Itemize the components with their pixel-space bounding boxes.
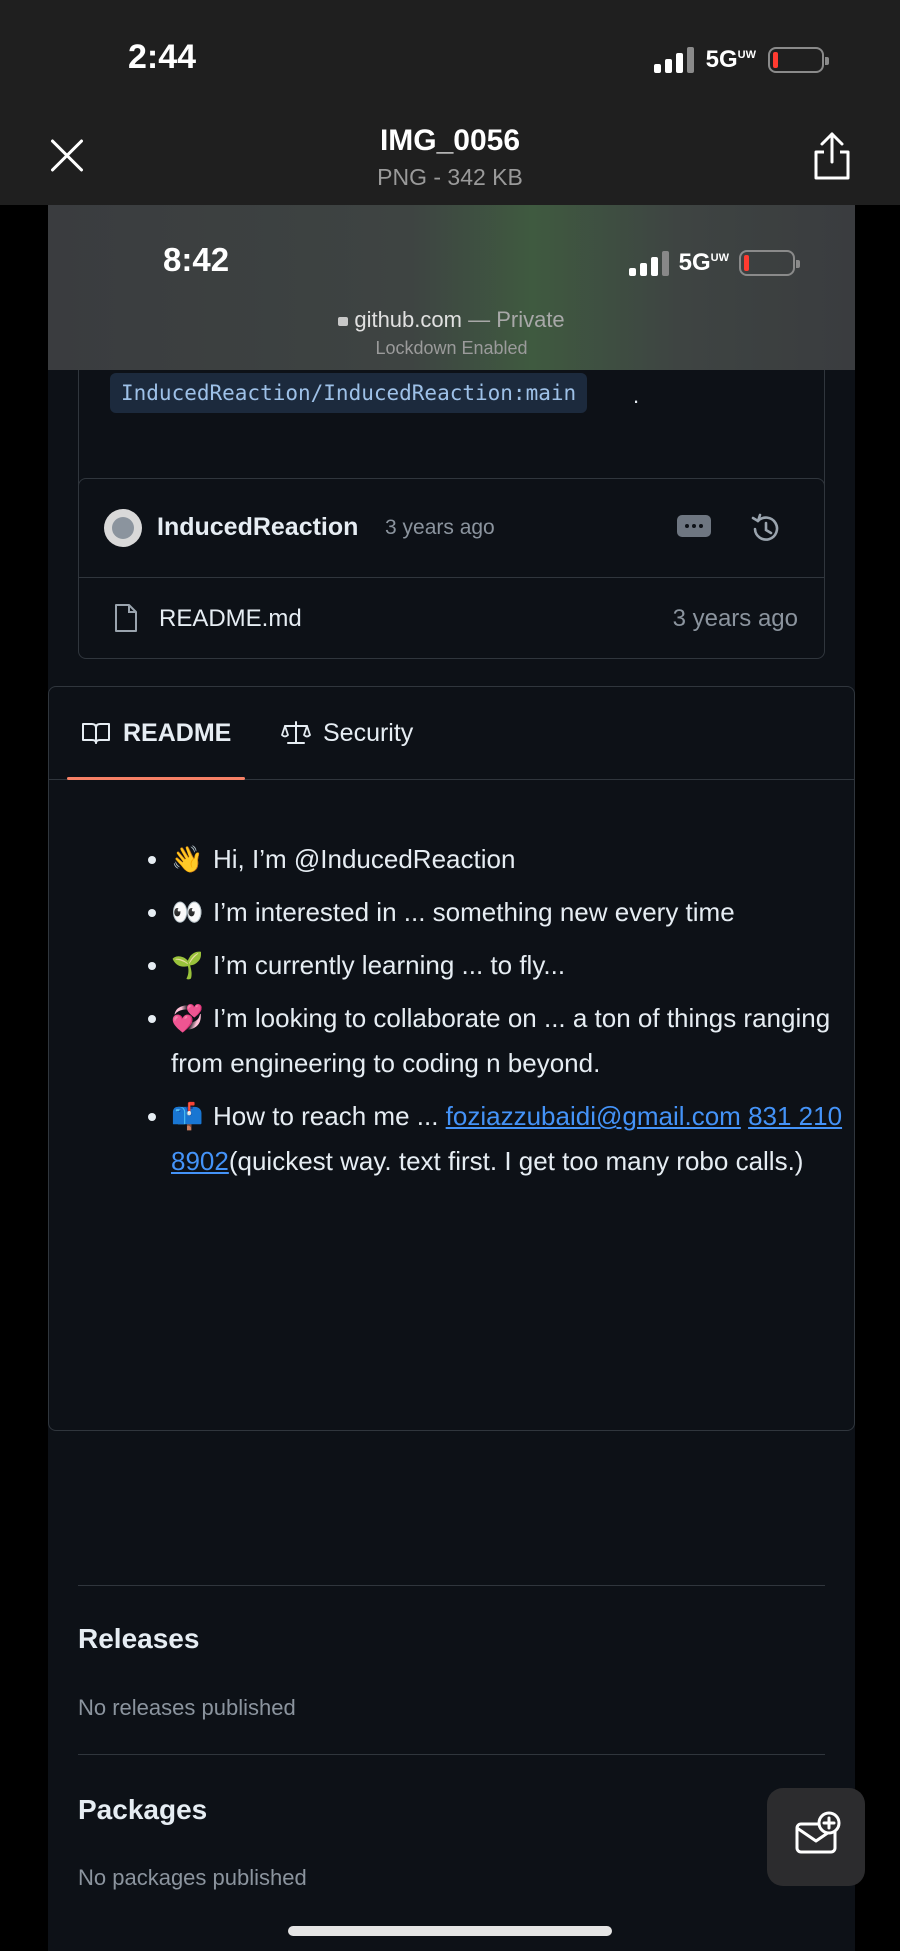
tab-readme-label: README xyxy=(123,718,232,747)
contact-note: (quickest way. text first. I get too man… xyxy=(228,1146,804,1176)
branch-ref: InducedReaction/InducedReaction:main xyxy=(110,373,588,413)
signal-icon xyxy=(653,47,694,73)
mailbox-emoji: 📫 xyxy=(171,1101,204,1131)
battery-icon xyxy=(768,47,829,73)
lockdown-label: Lockdown Enabled xyxy=(375,338,528,358)
inner-status-indicators: 5GUW xyxy=(628,249,800,277)
url-privacy: — Private xyxy=(468,307,565,332)
branch-suffix: . xyxy=(633,383,640,408)
list-item: 📫How to reach me ... foziazzubaidi@gmail… xyxy=(171,1094,855,1184)
seedling-emoji: 🌱 xyxy=(171,950,204,980)
status-indicators: 5GUW xyxy=(653,46,829,74)
readme-tabs: README Security xyxy=(49,687,854,780)
email-link[interactable]: foziazzubaidi@gmail.com xyxy=(446,1101,741,1131)
inner-status-time: 8:42 xyxy=(163,241,230,278)
list-item: 👀I’m interested in ... something new eve… xyxy=(171,890,855,935)
divider xyxy=(78,1585,825,1586)
feedback-button[interactable] xyxy=(767,1788,865,1886)
commit-time: 3 years ago xyxy=(385,516,495,539)
readme-box: README Security 👋Hi, I’m @InducedReactio… xyxy=(48,686,855,1431)
inner-browser-status: 8:42 5GUW github.com — Private Lockdown … xyxy=(48,205,855,370)
file-icon xyxy=(115,604,137,632)
book-icon xyxy=(82,723,110,744)
network-label: 5GUW xyxy=(678,249,729,276)
latest-commit-box: InducedReaction 3 years ago README.md 3 … xyxy=(78,478,825,659)
file-row[interactable]: README.md 3 years ago xyxy=(79,577,824,659)
battery-icon xyxy=(739,250,800,276)
list-item: 💞I’m looking to collaborate on ... a ton… xyxy=(171,996,855,1086)
file-name: IMG_0056 xyxy=(379,124,521,157)
lock-icon xyxy=(338,317,349,326)
file-time: 3 years ago xyxy=(672,605,798,632)
file-link-readme[interactable]: README.md xyxy=(159,605,302,633)
scale-icon xyxy=(281,721,311,744)
readme-content: 👋Hi, I’m @InducedReaction 👀I’m intereste… xyxy=(117,837,855,1192)
signal-icon xyxy=(628,250,669,276)
list-item: 🌱I’m currently learning ... to fly... xyxy=(171,943,855,988)
list-item: 👋Hi, I’m @InducedReaction xyxy=(171,837,855,882)
history-icon[interactable] xyxy=(749,512,783,546)
more-dots-icon[interactable] xyxy=(677,515,711,537)
address-bar[interactable]: github.com — Private xyxy=(48,307,855,333)
packages-title[interactable]: Packages xyxy=(78,1794,207,1826)
home-indicator[interactable] xyxy=(288,1926,612,1936)
tab-security[interactable]: Security xyxy=(281,687,413,779)
screenshot-image: InducedReaction/InducedReaction:main . 8… xyxy=(48,205,855,1951)
mail-plus-icon xyxy=(795,1811,841,1854)
status-time: 2:44 xyxy=(128,38,197,76)
share-icon[interactable] xyxy=(808,130,856,182)
releases-title[interactable]: Releases xyxy=(78,1623,199,1655)
avatar[interactable] xyxy=(104,509,142,547)
hearts-emoji: 💞 xyxy=(171,1003,204,1033)
tab-readme[interactable]: README xyxy=(66,687,246,780)
releases-text: No releases published xyxy=(78,1695,296,1720)
tab-security-label: Security xyxy=(323,718,414,747)
url-text: github.com xyxy=(354,307,462,332)
divider xyxy=(78,1754,825,1755)
file-meta: PNG - 342 KB xyxy=(377,164,523,190)
eyes-emoji: 👀 xyxy=(171,897,204,927)
network-label: 5GUW xyxy=(705,46,756,73)
commit-row: InducedReaction 3 years ago xyxy=(79,479,824,578)
packages-text: No packages published xyxy=(78,1865,307,1890)
commit-author[interactable]: InducedReaction xyxy=(157,513,358,542)
wave-emoji: 👋 xyxy=(171,844,204,874)
viewer-header: 2:44 5GUW IMG_0056 PNG - 342 KB xyxy=(0,0,900,205)
